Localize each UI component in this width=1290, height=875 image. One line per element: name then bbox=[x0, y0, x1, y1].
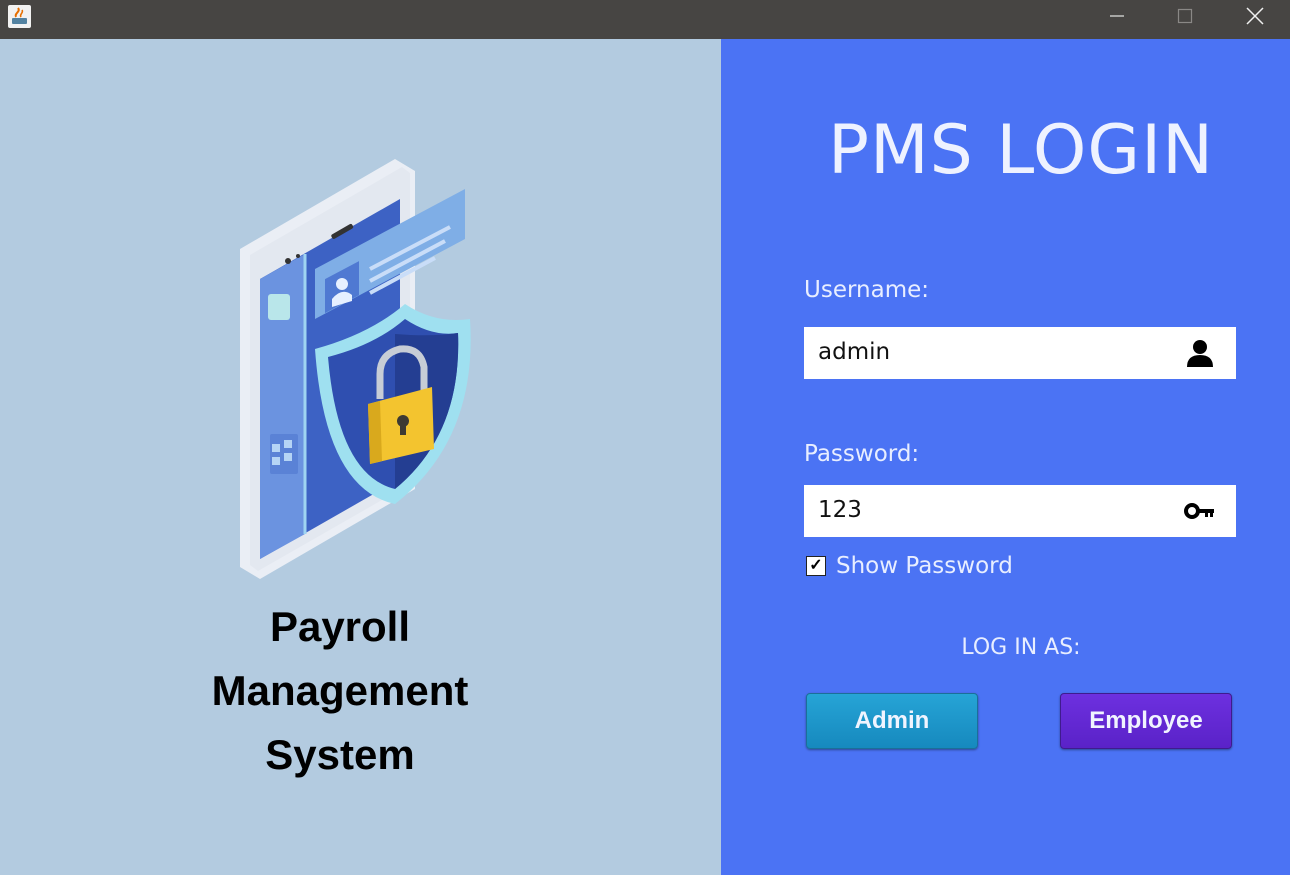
admin-login-button[interactable]: Admin bbox=[806, 693, 978, 749]
password-label: Password: bbox=[804, 441, 920, 467]
close-button[interactable] bbox=[1220, 0, 1290, 32]
minimize-button[interactable] bbox=[1082, 0, 1152, 32]
title-bar bbox=[0, 0, 1290, 39]
phone-lock-shield-illustration bbox=[240, 159, 471, 579]
username-value[interactable]: admin bbox=[818, 339, 890, 365]
login-as-label: LOG IN AS: bbox=[961, 635, 1081, 660]
employee-login-button[interactable]: Employee bbox=[1060, 693, 1232, 749]
maximize-icon bbox=[1177, 8, 1193, 24]
password-field[interactable]: 123 bbox=[804, 485, 1236, 537]
page-title: PMS LOGIN bbox=[827, 111, 1215, 190]
app-name-line-3: System bbox=[265, 731, 415, 778]
maximize-button[interactable] bbox=[1150, 0, 1220, 32]
password-value[interactable]: 123 bbox=[818, 497, 862, 523]
show-password-checkbox[interactable]: ✓ bbox=[806, 556, 826, 576]
show-password-label[interactable]: Show Password bbox=[836, 553, 1013, 579]
java-icon bbox=[8, 5, 31, 28]
key-icon bbox=[1184, 503, 1214, 519]
username-field[interactable]: admin bbox=[804, 327, 1236, 379]
login-panel: PMS LOGIN Username: admin Password: 123 … bbox=[721, 39, 1290, 875]
show-password-toggle[interactable]: ✓ Show Password bbox=[806, 553, 1013, 579]
app-name-line-1: Payroll bbox=[269, 603, 411, 650]
app-name-line-2: Management bbox=[211, 667, 469, 714]
minimize-icon bbox=[1110, 15, 1124, 17]
user-icon bbox=[1187, 340, 1213, 367]
username-label: Username: bbox=[804, 277, 929, 303]
branding-panel: Payroll Management System bbox=[0, 39, 721, 875]
close-icon bbox=[1246, 7, 1264, 25]
